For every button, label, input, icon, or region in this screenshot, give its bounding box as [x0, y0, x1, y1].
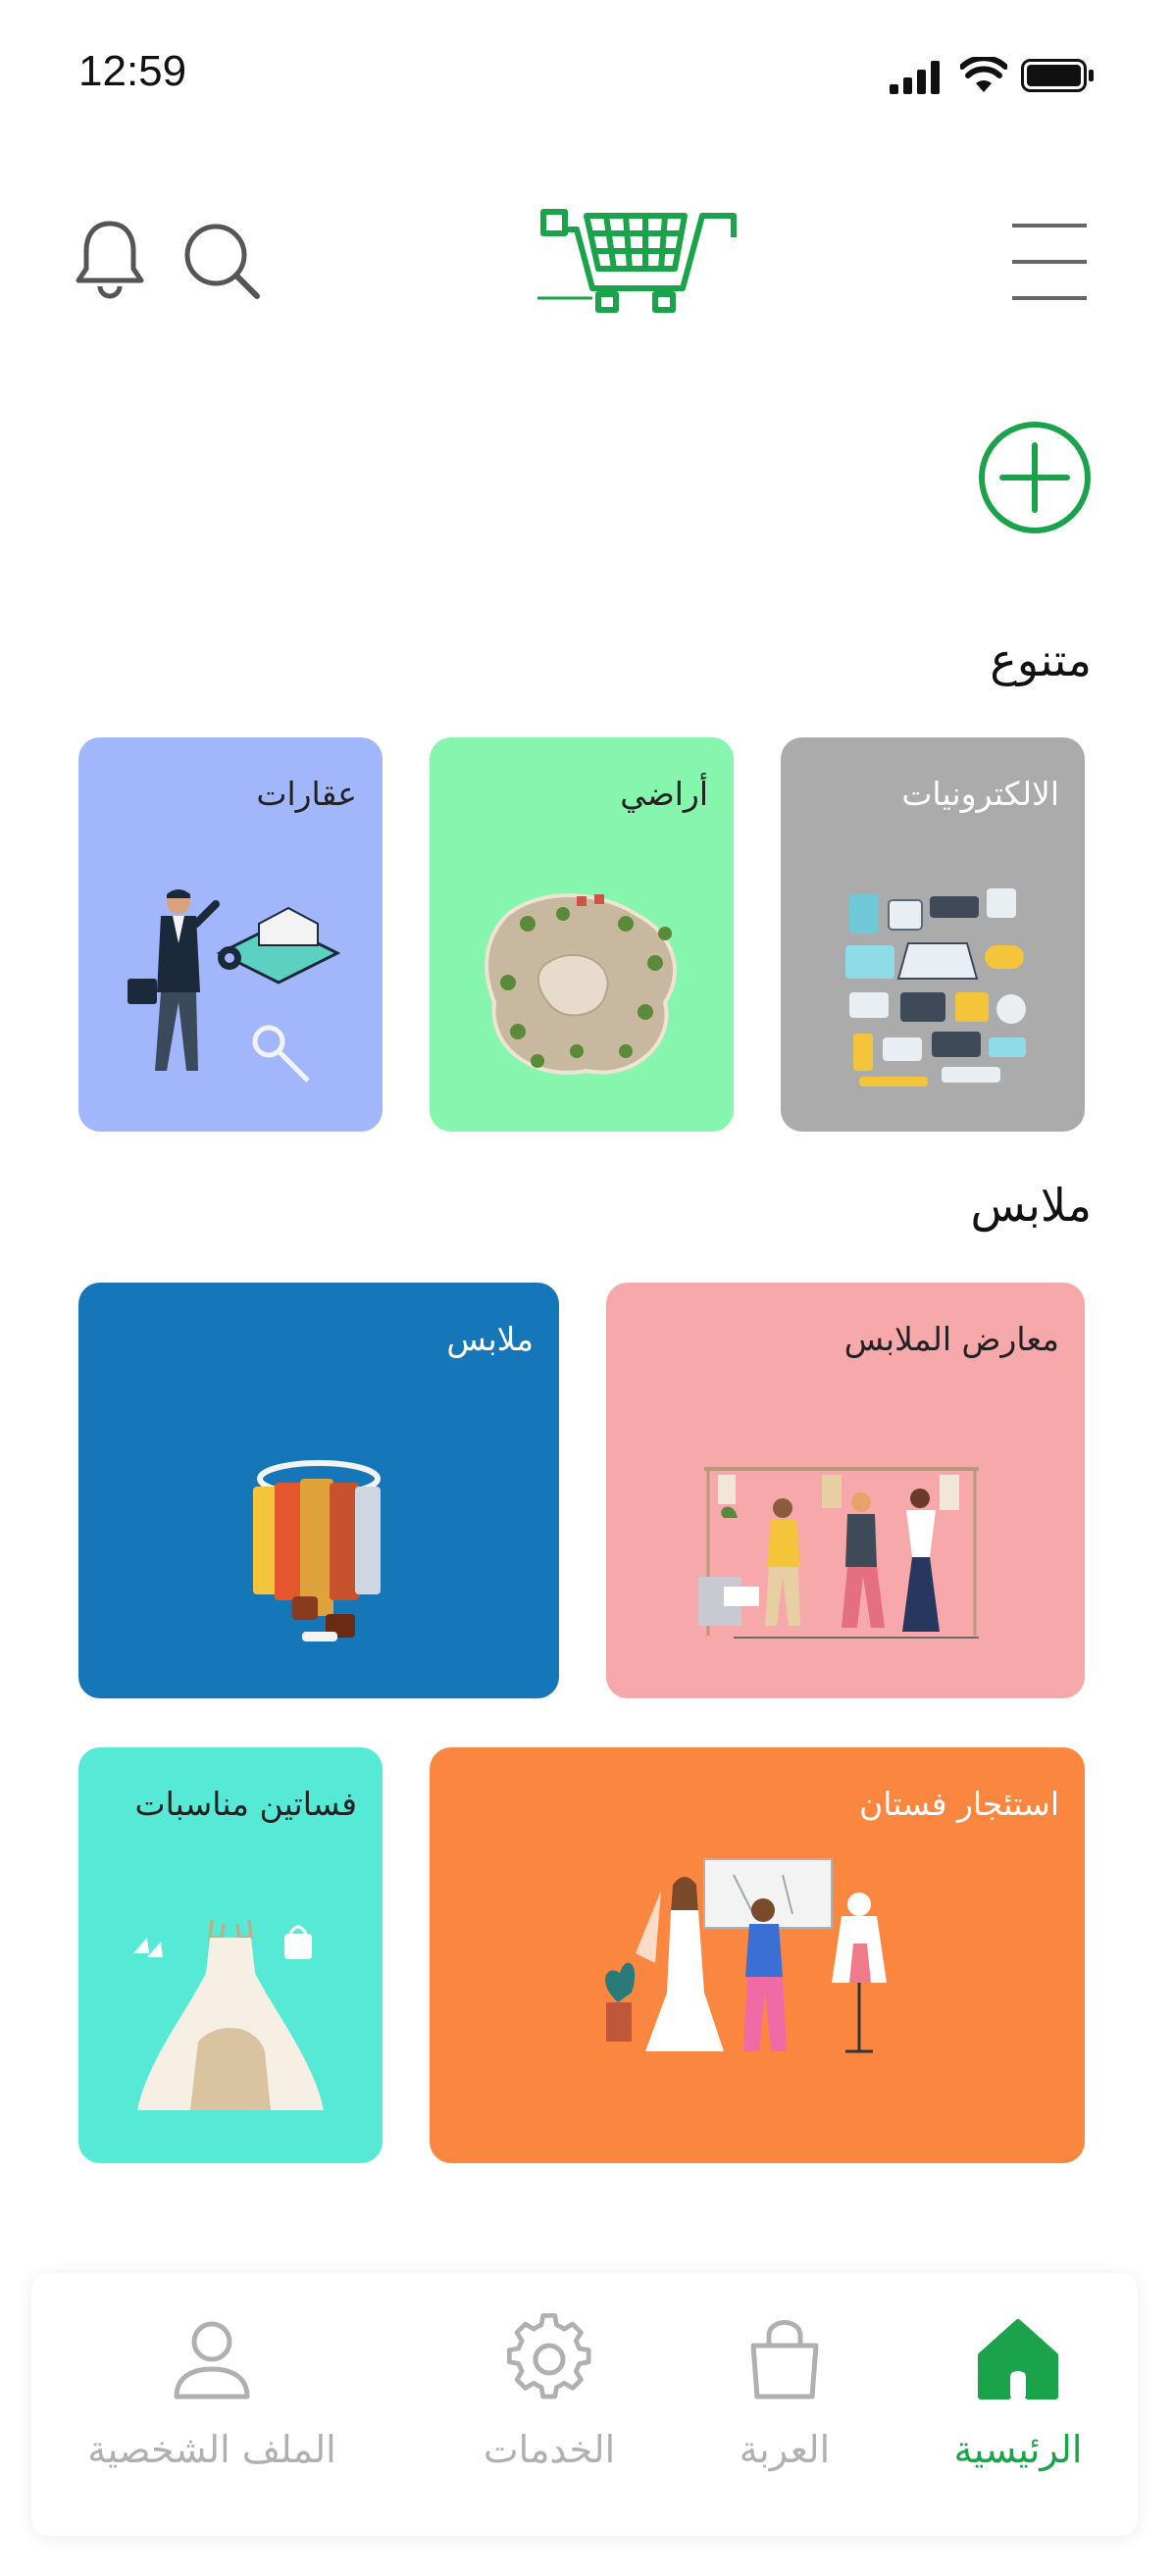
- card-label: عقارات: [256, 775, 357, 813]
- land-map-illustration: [485, 893, 677, 1075]
- clothing-rack-illustration: [253, 1460, 381, 1642]
- card-label: ملابس: [446, 1320, 534, 1358]
- category-card-clothes[interactable]: ملابس: [78, 1283, 559, 1698]
- battery-icon: [1021, 59, 1094, 92]
- category-card-real-estate[interactable]: عقارات: [78, 737, 383, 1132]
- user-icon: [174, 2321, 250, 2399]
- wedding-dress-illustration: [133, 1919, 324, 2110]
- nav-item-profile[interactable]: الملف الشخصية: [31, 2273, 392, 2536]
- top-nav: [0, 196, 1174, 343]
- nav-item-home[interactable]: الرئيسية: [898, 2273, 1138, 2536]
- status-icons: [890, 55, 1096, 94]
- section-title-varied: متنوع: [990, 633, 1092, 686]
- search-icon[interactable]: [182, 222, 261, 300]
- card-label: معارض الملابس: [843, 1320, 1059, 1358]
- category-card-lands[interactable]: أراضي: [430, 737, 734, 1132]
- real-estate-agent-illustration: [128, 889, 341, 1083]
- card-label: فساتين مناسبات: [134, 1785, 357, 1823]
- menu-icon[interactable]: [1010, 222, 1089, 302]
- card-label: أراضي: [620, 775, 708, 813]
- electronics-illustration: [845, 888, 1026, 1086]
- cellular-signal-icon: [890, 61, 940, 94]
- bridal-shop-illustration: [605, 1858, 887, 2053]
- add-button[interactable]: [977, 420, 1093, 535]
- plus-circle-icon: [979, 422, 1091, 533]
- nav-item-services[interactable]: الخدمات: [441, 2273, 657, 2536]
- gear-icon: [506, 2313, 591, 2399]
- cart-logo-icon[interactable]: [537, 202, 743, 318]
- category-card-clothing-showrooms[interactable]: معارض الملابس: [606, 1283, 1085, 1698]
- nav-item-cart[interactable]: العربة: [687, 2273, 883, 2536]
- category-card-electronics[interactable]: الالكترونيات: [781, 737, 1085, 1132]
- wifi-icon: [960, 57, 1007, 92]
- status-bar: 12:59: [0, 0, 1174, 147]
- nav-label-profile: الملف الشخصية: [87, 2428, 336, 2471]
- card-label: الالكترونيات: [901, 775, 1059, 813]
- nav-label-home: الرئيسية: [953, 2428, 1083, 2471]
- section-title-clothes: ملابس: [970, 1179, 1092, 1232]
- status-time: 12:59: [78, 47, 187, 95]
- bottom-nav: الرئيسية العربة الخدمات الملف الشخصية: [31, 2273, 1138, 2536]
- bell-icon[interactable]: [75, 218, 145, 302]
- clothing-store-illustration: [698, 1467, 979, 1639]
- category-card-occasion-dresses[interactable]: فساتين مناسبات: [78, 1747, 383, 2163]
- home-icon: [978, 2319, 1058, 2399]
- nav-label-cart: العربة: [739, 2428, 831, 2471]
- shopping-bag-icon: [750, 2320, 819, 2399]
- nav-label-services: الخدمات: [483, 2428, 616, 2471]
- category-card-dress-rental[interactable]: استئجار فستان: [430, 1747, 1085, 2163]
- card-label: استئجار فستان: [859, 1785, 1059, 1823]
